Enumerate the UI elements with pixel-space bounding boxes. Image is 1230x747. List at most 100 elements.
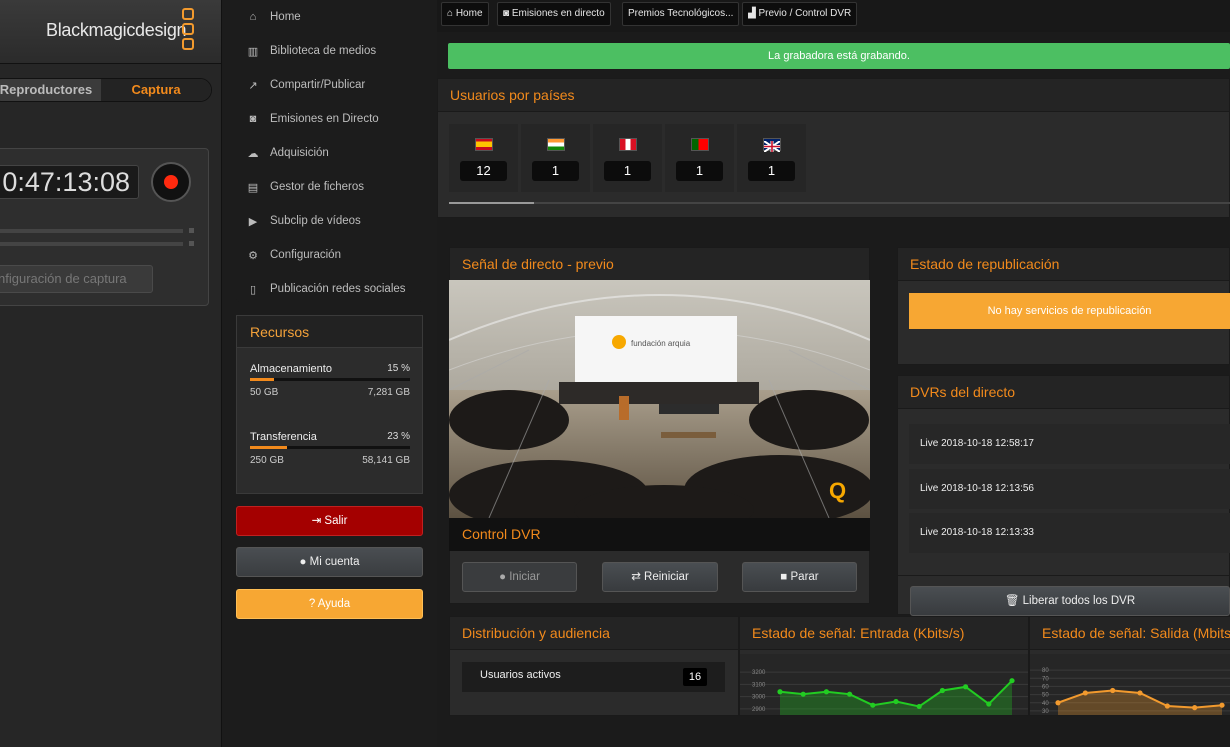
signal-out-title: Estado de señal: Salida (Mbits/s) xyxy=(1030,617,1230,650)
record-button[interactable] xyxy=(151,162,191,202)
chart-point[interactable] xyxy=(963,684,969,690)
breadcrumb-current[interactable]: ▟ Previo / Control DVR xyxy=(742,2,858,26)
country-pe: 1 xyxy=(593,124,662,192)
signal-in-svg: 3200 3100 3000 2900 xyxy=(740,670,1028,715)
dvr-item[interactable]: Live 2018-10-18 12:13:56 xyxy=(909,469,1230,509)
dvrs-title: DVRs del directo xyxy=(898,376,1229,409)
chart-point[interactable] xyxy=(893,698,899,705)
library-icon: ▥ xyxy=(247,45,259,58)
chart-area xyxy=(780,680,1012,715)
sidebar-item-settings[interactable]: ⚙ Configuración xyxy=(236,238,423,272)
logout-button[interactable]: ⇥ Salir xyxy=(236,506,423,536)
blackmagic-logo: Blackmagicdesign xyxy=(46,20,187,40)
chart-point[interactable] xyxy=(1192,705,1198,711)
sidebar-item-files[interactable]: ▤ Gestor de ficheros xyxy=(236,170,423,204)
sidebar-item-library[interactable]: ▥ Biblioteca de medios xyxy=(236,34,423,68)
tab-captura[interactable]: Captura xyxy=(101,79,211,101)
chart-point[interactable] xyxy=(800,691,806,697)
capture-card: 0:47:13:08 nfiguración de captura xyxy=(0,148,209,306)
release-all-dvr-button[interactable]: 🗑 Liberar todos los DVR xyxy=(910,586,1230,616)
scrollbar-thumb[interactable] xyxy=(449,202,534,204)
sidebar-item-label: Adquisición xyxy=(270,147,329,159)
chart-point[interactable] xyxy=(870,702,876,708)
breadcrumb-label: Previo / Control DVR xyxy=(758,8,852,19)
sidebar-item-label: Publicación redes sociales xyxy=(270,283,406,295)
chart-point[interactable] xyxy=(1110,687,1116,694)
storage-percent: 15 % xyxy=(387,363,410,374)
live-video-frame: fundación arquia Q xyxy=(449,280,870,518)
dvr-divider xyxy=(897,575,1230,576)
chart-point[interactable] xyxy=(1055,700,1061,706)
chart-point[interactable] xyxy=(986,701,992,707)
chart-tick-label: 3000 xyxy=(752,695,766,701)
meter-indicator xyxy=(189,241,194,246)
chart-point[interactable] xyxy=(823,689,829,695)
recording-alert: La grabadora está grabando. xyxy=(448,43,1230,69)
trash-icon: 🗑 xyxy=(1004,595,1023,607)
sidebar-item-share[interactable]: ↗ Compartir/Publicar xyxy=(236,68,423,102)
restart-button[interactable]: ⇄ Reiniciar xyxy=(602,562,718,592)
dvr-control-header: Control DVR xyxy=(449,518,870,551)
capture-header: Blackmagicdesign xyxy=(0,0,221,64)
active-users-label: Usuarios activos xyxy=(480,669,561,681)
breadcrumb-home[interactable]: ⌂ Home xyxy=(441,2,489,26)
chart-point[interactable] xyxy=(939,687,945,694)
chart-icon: ▟ xyxy=(748,8,759,19)
sidebar-item-label: Gestor de ficheros xyxy=(270,181,364,193)
chart-tick-label: 2900 xyxy=(752,707,766,713)
my-account-button[interactable]: ● Mi cuenta xyxy=(236,547,423,577)
dvr-item[interactable]: Live 2018-10-18 12:13:33 xyxy=(909,513,1230,553)
storage-label: Almacenamiento xyxy=(250,363,332,375)
capture-tabs: Reproductores Captura xyxy=(0,78,212,102)
country-count: 1 xyxy=(604,161,651,181)
home-icon: ⌂ xyxy=(249,11,257,23)
transfer-total: 58,141 GB xyxy=(362,455,410,466)
chart-point[interactable] xyxy=(1164,703,1170,709)
share-icon: ↗ xyxy=(248,79,258,92)
transfer-label: Transferencia xyxy=(250,431,317,443)
tab-reproductores[interactable]: Reproductores xyxy=(0,79,101,101)
sidebar-item-subclip[interactable]: ▶ Subclip de vídeos xyxy=(236,204,423,238)
main-content: ⌂ Home ◙ Emisiones en directo Premios Te… xyxy=(437,0,1230,747)
capture-config-button[interactable]: nfiguración de captura xyxy=(0,265,153,293)
chart-point[interactable] xyxy=(1219,702,1225,708)
cloud-icon: ☁ xyxy=(247,147,259,160)
help-button[interactable]: ? Ayuda xyxy=(236,589,423,619)
country-count: 1 xyxy=(532,161,579,181)
breadcrumb-label: Emisiones en directo xyxy=(511,8,605,19)
chart-point[interactable] xyxy=(1009,678,1015,684)
transfer-progress xyxy=(250,446,410,449)
transfer-row: Transferencia 23 % xyxy=(250,431,410,443)
chart-point[interactable] xyxy=(777,689,783,695)
chart-point[interactable] xyxy=(1137,690,1143,696)
signal-in-chart: 3200 3100 3000 2900 xyxy=(740,654,1028,715)
home-icon: ⌂ xyxy=(447,8,456,19)
distribution-title: Distribución y audiencia xyxy=(450,617,738,650)
chart-point[interactable] xyxy=(1082,690,1088,696)
audio-meter xyxy=(0,229,183,233)
refresh-icon: ⇄ xyxy=(631,571,645,583)
transfer-used: 250 GB xyxy=(250,455,284,466)
country-gb: 1 xyxy=(737,124,806,192)
sidebar-item-live[interactable]: ◙ Emisiones en Directo xyxy=(236,102,423,136)
flag-india-icon xyxy=(547,138,565,151)
active-users-count: 16 xyxy=(683,668,707,686)
stop-button[interactable]: ■ Parar xyxy=(742,562,857,592)
question-icon: ? xyxy=(308,598,318,610)
breadcrumb-live[interactable]: ◙ Emisiones en directo xyxy=(497,2,611,26)
dvr-item[interactable]: Live 2018-10-18 12:58:17 xyxy=(909,424,1230,464)
sidebar-item-home[interactable]: ⌂ Home xyxy=(236,0,423,34)
file-icon: ▤ xyxy=(247,181,259,194)
breadcrumb-event[interactable]: Premios Tecnológicos... xyxy=(622,2,740,26)
live-video-player[interactable]: fundación arquia Q xyxy=(449,280,870,518)
sidebar-item-label: Biblioteca de medios xyxy=(270,45,377,57)
transfer-percent: 23 % xyxy=(387,431,410,442)
sidebar-item-acquisition[interactable]: ☁ Adquisición xyxy=(236,136,423,170)
country-scrollbar[interactable] xyxy=(449,202,1230,204)
chart-point[interactable] xyxy=(916,703,922,710)
start-button[interactable]: ● Iniciar xyxy=(462,562,577,592)
mobile-icon: ▯ xyxy=(249,283,257,296)
sidebar-item-label: Compartir/Publicar xyxy=(270,79,366,91)
sidebar-item-social[interactable]: ▯ Publicación redes sociales xyxy=(236,272,423,306)
chart-point[interactable] xyxy=(847,691,853,697)
